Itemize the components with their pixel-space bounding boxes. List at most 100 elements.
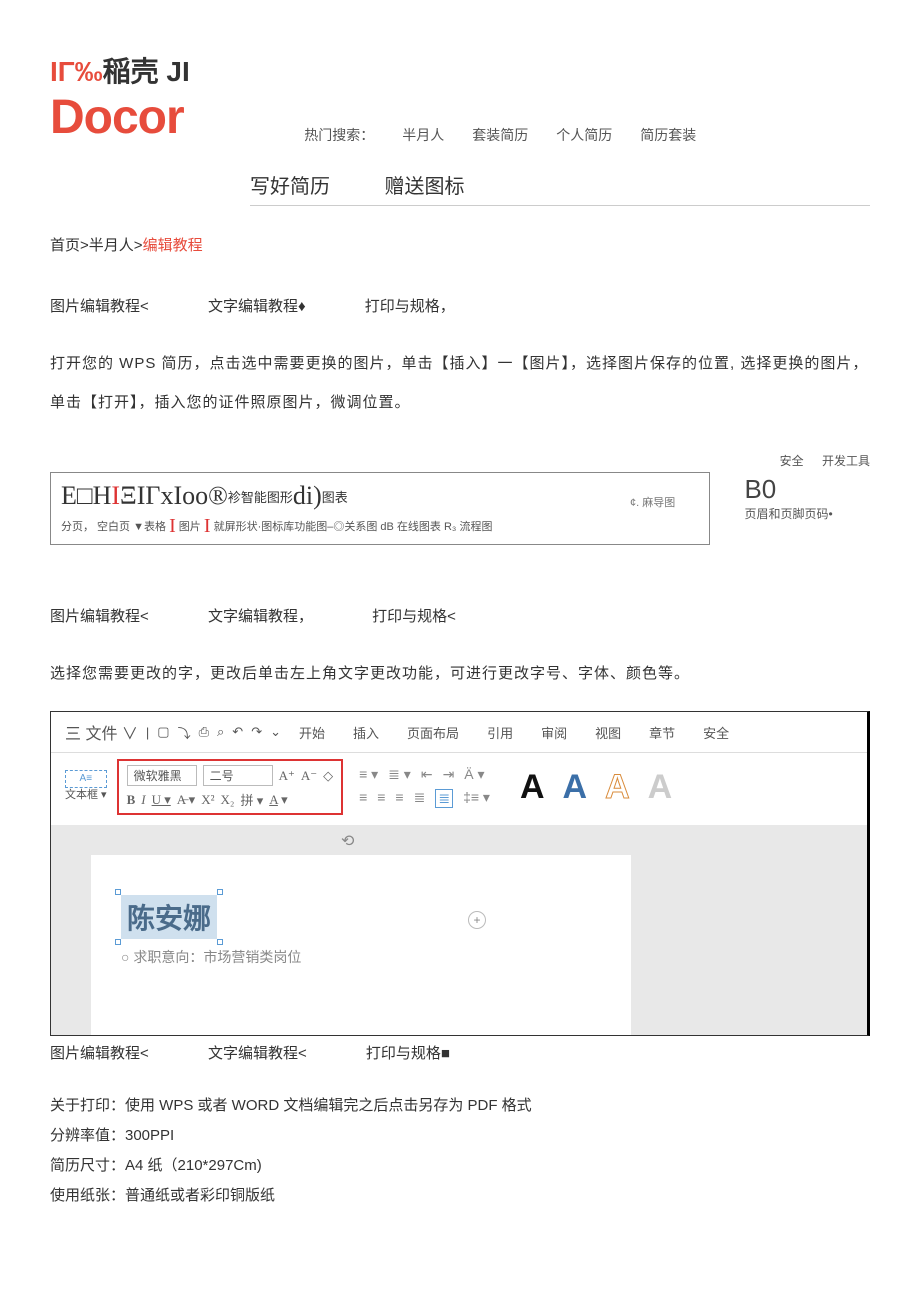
wps-glyphs: E□H [61,481,111,510]
textframe-button[interactable]: A≡ 文本框 ▾ [65,770,107,803]
new-doc-icon[interactable]: ▢ [157,724,169,740]
breadcrumb-home[interactable]: 首页 [50,237,80,254]
textframe-icon: A≡ [65,770,107,788]
rotate-handle-icon[interactable]: ⟲ [341,831,354,851]
logo: IΓ‰稲壳 JI Docor [50,50,190,145]
align-distribute-icon[interactable]: ≣ [435,789,453,808]
redo-icon[interactable]: ↷ [251,724,262,740]
tutorial-tabs: 图片编辑教程< 文字编辑教程， 打印与规格< [50,605,870,626]
indent-right-icon[interactable]: ⇥ [443,766,455,783]
style-preset-light[interactable]: A [648,768,673,807]
italic-icon[interactable]: I [141,792,145,808]
tab-start[interactable]: 开始 [299,723,325,742]
font-color-icon[interactable]: A ▾ [269,792,287,808]
add-handle-icon[interactable]: + [468,911,486,929]
style-preset-outline[interactable]: A [605,768,630,807]
shrink-font-icon[interactable]: A⁻ [301,768,317,784]
style-preset-black[interactable]: A [520,768,545,807]
print-spec-line: 使用纸张：普通纸或者彩印铜版纸 [50,1181,870,1211]
align-justify-icon[interactable]: ≣ [414,789,426,808]
editor-canvas: ⟲ 陈安娜 + ○ 求职意向：市场营销类岗位 [51,825,867,1035]
tab-image-edit[interactable]: 图片编辑教程< [50,608,149,625]
tab-text-edit[interactable]: 文字编辑教程， [208,608,313,625]
tab-text-edit[interactable]: 文字编辑教程♦ [208,298,306,315]
logo-main: Docor [50,90,190,145]
tab-chapter[interactable]: 章节 [649,723,675,742]
font-name-select[interactable]: 微软雅黑 [127,765,197,786]
nav-tabs: 写好简历 赠送图标 [250,170,870,206]
tab-layout[interactable]: 页面布局 [407,723,459,742]
hot-search-label: 热门搜索： [304,127,374,143]
undo-icon[interactable]: ↶ [232,724,243,740]
wps-ribbon-screenshot-1: 安全 开发工具 E□HIΞIΓxIoo®袗智能图形di)图表 分页， 空白页 ▼… [50,452,870,545]
breadcrumb-mid[interactable]: 半月人 [89,237,134,254]
font-group-highlighted: 微软雅黑 二号 A⁺ A⁻ ◇ B I U ▾ A̶ ▾ X² X₂ 拼 ▾ A… [117,759,344,815]
tab-review[interactable]: 审阅 [541,723,567,742]
bold-icon[interactable]: B [127,792,136,808]
align-center-icon[interactable]: ≡ [377,789,385,808]
selection-handle[interactable] [115,889,121,895]
hot-search-item[interactable]: 套装简历 [472,127,528,143]
tab-image-edit[interactable]: 图片编辑教程< [50,298,149,315]
grow-font-icon[interactable]: A⁺ [279,768,295,784]
wps-ribbon-main: E□HIΞIΓxIoo®袗智能图形di)图表 分页， 空白页 ▼表格 I 图片 … [50,472,710,545]
selected-name-text[interactable]: 陈安娜 [121,895,217,939]
clear-format-icon[interactable]: ◇ [323,768,333,784]
tab-text-edit[interactable]: 文字编辑教程< [208,1045,307,1062]
tab-print-spec[interactable]: 打印与规格， [365,298,455,315]
nav-tab-resume[interactable]: 写好简历 [250,176,330,198]
print-spec-list: 关于打印：使用 WPS 或者 WORD 文档编辑完之后点击另存为 PDF 格式 … [50,1091,870,1211]
document-page-area[interactable]: ⟲ 陈安娜 + ○ 求职意向：市场营销类岗位 [91,855,631,1035]
preview-icon[interactable]: ⌕ [217,724,224,740]
line-spacing-icon[interactable]: ‡≡ ▾ [463,789,490,808]
logo-suffix: JI [159,56,190,87]
align-left-icon[interactable]: ≡ [359,789,367,808]
hot-search-item[interactable]: 简历套装 [640,127,696,143]
tab-security[interactable]: 安全 [703,723,729,742]
wps-red-i: I [169,515,176,537]
selection-handle[interactable] [217,939,223,945]
breadcrumb: 首页>半月人>编辑教程 [50,234,870,255]
wps-bottom-text: 分页， 空白页 ▼表格 [61,521,169,533]
open-icon[interactable]: ⤵ [178,723,191,742]
logo-prefix: IΓ‰ [50,56,103,87]
strike-icon[interactable]: A̶ ▾ [177,792,195,808]
tab-print-spec[interactable]: 打印与规格< [372,608,456,625]
style-preset-blue[interactable]: A [563,768,588,807]
wps-red-i: I [111,481,120,510]
selection-handle[interactable] [115,939,121,945]
underline-icon[interactable]: U ▾ [152,792,171,808]
wps-smart-shape-label: 袗智能图形 [228,490,293,505]
tab-reference[interactable]: 引用 [487,723,513,742]
phonetic-icon[interactable]: 拼 ▾ [240,790,263,809]
hot-search-item[interactable]: 半月人 [402,127,444,143]
tab-insert[interactable]: 插入 [353,723,379,742]
selection-handle[interactable] [217,889,223,895]
text-effects-icon[interactable]: Ä ▾ [464,766,484,783]
align-right-icon[interactable]: ≡ [395,789,403,808]
breadcrumb-current: 编辑教程 [143,237,203,254]
tab-view[interactable]: 视图 [595,723,621,742]
tutorial-tabs: 图片编辑教程< 文字编辑教程♦ 打印与规格， [50,295,870,316]
wps-b0-label: B0 [744,474,864,505]
indent-left-icon[interactable]: ⇤ [421,766,433,783]
textframe-label: 文本框 ▾ [65,788,107,803]
tab-image-edit[interactable]: 图片编辑教程< [50,1045,149,1062]
file-menu[interactable]: 三 文件 ∨ [65,720,138,744]
print-icon[interactable]: ⎙ [199,724,209,740]
tab-print-spec[interactable]: 打印与规格■ [366,1045,450,1062]
editor-top-toolbar: 三 文件 ∨ | ▢ ⤵ ⎙ ⌕ ↶ ↷ ⌄ 开始 插入 页面布局 引用 审阅 … [51,712,867,753]
subscript-icon[interactable]: X₂ [221,792,235,808]
font-size-select[interactable]: 二号 [203,765,273,786]
logo-cn: 稲壳 [103,56,159,87]
wps-chart-label: 图表 [322,490,348,505]
section-image-tutorial: 图片编辑教程< 文字编辑教程♦ 打印与规格， 打开您的 WPS 简历，点击选中需… [50,295,870,422]
bullet-list-icon[interactable]: ≡ ▾ [359,766,378,783]
more-icon[interactable]: ⌄ [270,724,281,740]
nav-tab-icons[interactable]: 赠送图标 [384,176,464,198]
wps-mindmap-label: ¢. 麻导图 [630,494,675,510]
number-list-icon[interactable]: ≣ ▾ [388,766,411,783]
logo-top-line: IΓ‰稲壳 JI [50,50,190,90]
superscript-icon[interactable]: X² [201,792,214,808]
hot-search-item[interactable]: 个人简历 [556,127,612,143]
